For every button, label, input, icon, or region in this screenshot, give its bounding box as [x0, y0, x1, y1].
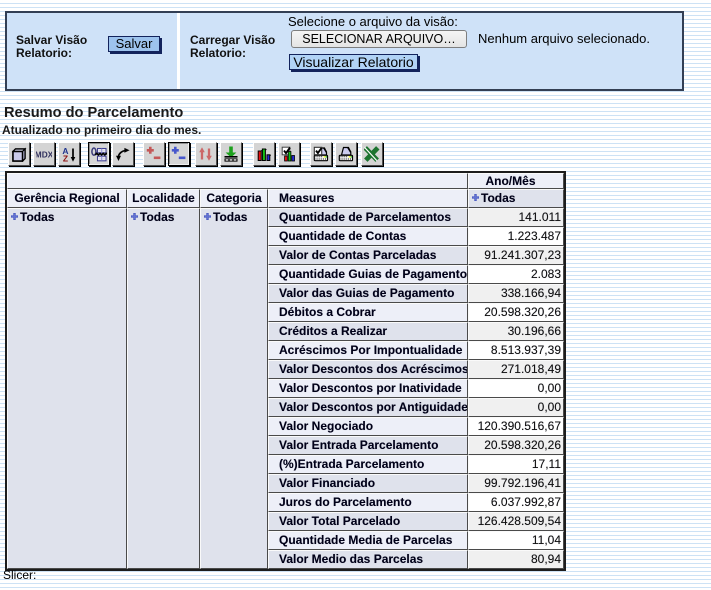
svg-text:MDX: MDX: [36, 150, 52, 160]
svg-text:Z: Z: [63, 154, 68, 163]
